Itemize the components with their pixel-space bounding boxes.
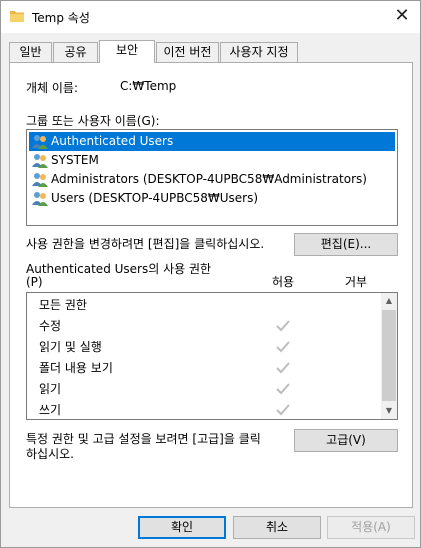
scroll-down-arrow-icon[interactable]: ▼ bbox=[381, 403, 397, 419]
check-icon bbox=[276, 341, 290, 353]
dialog-footer: 확인 취소 적용(A) bbox=[1, 509, 420, 547]
permission-name: 읽기 및 실행 bbox=[39, 340, 102, 354]
users-listbox[interactable]: Authenticated Users SYSTEM Administrator… bbox=[26, 129, 398, 226]
scroll-thumb[interactable] bbox=[382, 310, 396, 401]
object-name-label: 개체 이름: bbox=[26, 81, 79, 95]
group-users-label: 그룹 또는 사용자 이름(G): bbox=[26, 114, 160, 128]
user-group-icon bbox=[32, 154, 48, 168]
check-icon bbox=[276, 320, 290, 332]
permission-row: 수정 bbox=[27, 316, 381, 337]
permissions-label-accel: (P) bbox=[26, 275, 43, 289]
permissions-scrollbar[interactable]: ▲ ▼ bbox=[381, 293, 397, 419]
properties-dialog: Temp 속성 ✕ 일반 공유 보안 이전 버전 사용자 지정 개체 이름: C… bbox=[0, 0, 421, 548]
object-name-value: C:₩Temp bbox=[120, 79, 177, 93]
tab-security[interactable]: 보안 bbox=[99, 40, 155, 63]
permission-name: 쓰기 bbox=[39, 403, 62, 417]
user-name: Authenticated Users bbox=[51, 134, 174, 148]
permissions-label: Authenticated Users의 사용 권한 bbox=[26, 262, 212, 276]
folder-icon bbox=[10, 11, 24, 22]
permission-row: 폴더 내용 보기 bbox=[27, 358, 381, 379]
tab-general[interactable]: 일반 bbox=[9, 42, 52, 62]
change-permissions-hint: 사용 권한을 변경하려면 [편집]을 클릭하십시오. bbox=[26, 237, 265, 251]
permission-name: 폴더 내용 보기 bbox=[39, 361, 113, 375]
title-bar: Temp 속성 ✕ bbox=[1, 1, 420, 33]
tab-sharing[interactable]: 공유 bbox=[53, 42, 98, 62]
user-name: Administrators (DESKTOP-4UPBC58₩Administ… bbox=[51, 172, 367, 186]
permission-row: 읽기 bbox=[27, 379, 381, 400]
permission-name: 수정 bbox=[39, 319, 62, 333]
window-title: Temp 속성 bbox=[32, 11, 90, 25]
allow-header: 허용 bbox=[272, 275, 295, 289]
security-panel: 개체 이름: C:₩Temp 그룹 또는 사용자 이름(G): Authenti… bbox=[9, 62, 413, 508]
deny-header: 거부 bbox=[345, 275, 368, 289]
user-name: Users (DESKTOP-4UPBC58₩Users) bbox=[51, 191, 259, 205]
advanced-button[interactable]: 고급(V) bbox=[294, 429, 398, 452]
tab-customize[interactable]: 사용자 지정 bbox=[220, 42, 298, 62]
check-icon bbox=[276, 404, 290, 416]
permission-name: 읽기 bbox=[39, 382, 62, 396]
ok-button[interactable]: 확인 bbox=[138, 516, 226, 539]
user-item[interactable]: Authenticated Users bbox=[29, 132, 395, 151]
user-group-icon bbox=[32, 192, 48, 206]
close-button[interactable]: ✕ bbox=[390, 5, 414, 29]
permission-row: 쓰기 bbox=[27, 400, 381, 419]
user-item[interactable]: Administrators (DESKTOP-4UPBC58₩Administ… bbox=[29, 170, 395, 189]
edit-button[interactable]: 편집(E)... bbox=[294, 233, 398, 256]
permission-name: 모든 권한 bbox=[39, 298, 87, 312]
apply-button[interactable]: 적용(A) bbox=[327, 516, 415, 539]
permission-row: 읽기 및 실행 bbox=[27, 337, 381, 358]
user-group-icon bbox=[32, 135, 48, 149]
user-group-icon bbox=[32, 173, 48, 187]
check-icon bbox=[276, 383, 290, 395]
user-name: SYSTEM bbox=[51, 153, 99, 167]
cancel-button[interactable]: 취소 bbox=[233, 516, 321, 539]
advanced-hint-line2: 하십시오. bbox=[26, 447, 74, 461]
permissions-list: 모든 권한 수정 읽기 및 실행 폴더 내용 보기 읽기 쓰기 ▲ ▼ bbox=[26, 292, 398, 420]
user-item[interactable]: Users (DESKTOP-4UPBC58₩Users) bbox=[29, 189, 395, 208]
user-item[interactable]: SYSTEM bbox=[29, 151, 395, 170]
check-icon bbox=[276, 362, 290, 374]
scroll-up-arrow-icon[interactable]: ▲ bbox=[381, 293, 397, 309]
tab-previous-versions[interactable]: 이전 버전 bbox=[156, 42, 219, 62]
permission-row: 모든 권한 bbox=[27, 295, 381, 316]
